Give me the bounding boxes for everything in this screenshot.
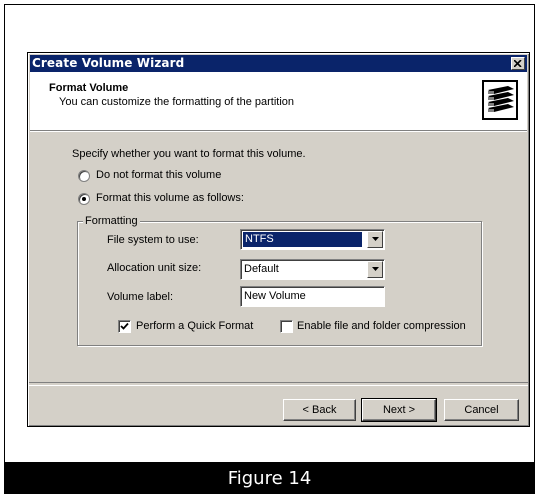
close-icon (514, 60, 522, 67)
figure-caption-bar: Figure 14 (4, 462, 535, 494)
file-system-select[interactable]: NTFS (240, 229, 385, 250)
header-subtitle: You can customize the formatting of the … (59, 96, 295, 108)
format-prompt: Specify whether you want to format this … (72, 148, 306, 160)
quick-format-label[interactable]: Perform a Quick Format (136, 320, 253, 332)
file-system-dropdown-button[interactable] (367, 231, 383, 248)
quick-format-checkbox[interactable] (118, 320, 131, 333)
button-divider (29, 382, 528, 386)
chevron-down-icon (372, 237, 379, 241)
volume-label-label: Volume label: (107, 291, 174, 303)
allocation-unit-label: Allocation unit size: (107, 262, 202, 274)
compression-label[interactable]: Enable file and folder compression (297, 320, 466, 332)
chevron-down-icon (372, 267, 379, 271)
file-system-label: File system to use: (107, 234, 199, 246)
volume-label-value: New Volume (244, 290, 306, 302)
radio-do-not-format-label[interactable]: Do not format this volume (96, 169, 221, 181)
volume-label-input[interactable]: New Volume (240, 286, 385, 307)
header-divider (30, 131, 527, 132)
radio-format-volume[interactable] (78, 193, 90, 205)
title-bar[interactable]: Create Volume Wizard (30, 55, 527, 72)
allocation-unit-select[interactable]: Default (240, 259, 385, 280)
formatting-group-legend: Formatting (83, 215, 140, 227)
radio-do-not-format[interactable] (78, 170, 90, 182)
compression-checkbox[interactable] (280, 320, 293, 333)
disk-stack-icon (482, 80, 518, 120)
figure-caption: Figure 14 (227, 468, 312, 489)
next-button[interactable]: Next > (361, 398, 437, 422)
radio-format-volume-label[interactable]: Format this volume as follows: (96, 192, 244, 204)
window-title: Create Volume Wizard (32, 56, 185, 70)
allocation-unit-value: Default (244, 263, 279, 275)
wizard-header: Format Volume You can customize the form… (30, 72, 527, 131)
cancel-button[interactable]: Cancel (444, 399, 519, 421)
file-system-value: NTFS (243, 232, 362, 247)
header-title: Format Volume (49, 82, 129, 94)
checkmark-icon (120, 322, 129, 330)
close-button[interactable] (511, 57, 525, 70)
back-button[interactable]: < Back (283, 399, 356, 421)
allocation-unit-dropdown-button[interactable] (367, 261, 383, 278)
radio-selected-dot (82, 197, 86, 201)
